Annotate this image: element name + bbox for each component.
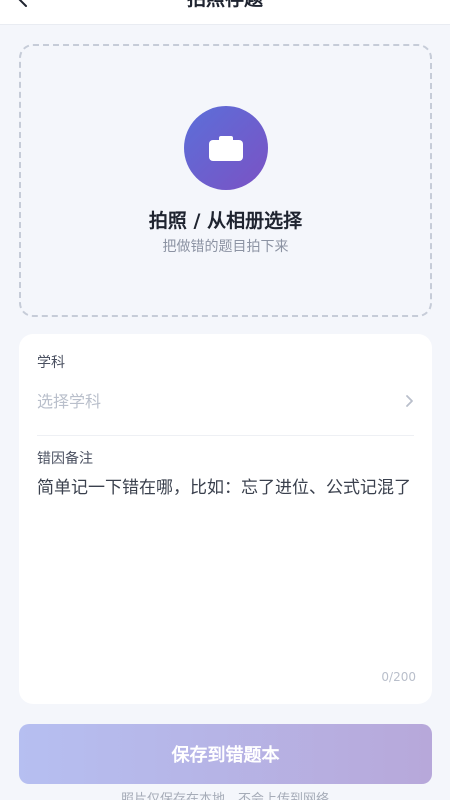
subject-label: 学科 — [37, 355, 65, 371]
subject-select[interactable]: 选择学科 — [37, 384, 417, 418]
save-button[interactable]: 保存到错题本 — [19, 724, 432, 784]
chevron-right-icon — [406, 395, 413, 407]
note-label: 错因备注 — [37, 451, 93, 467]
subject-placeholder: 选择学科 — [37, 392, 102, 411]
camera-icon — [209, 136, 243, 161]
note-textarea[interactable]: 简单记一下错在哪，比如：忘了进位、公式记混了 — [37, 474, 417, 674]
page-title: 拍照存题 — [0, 0, 450, 12]
mistake-form-card: 学科 选择学科 错因备注 简单记一下错在哪，比如：忘了进位、公式记混了 0/20… — [19, 334, 432, 704]
character-counter: 0/200 — [381, 670, 416, 684]
upload-title: 拍照 / 从相册选择 — [148, 210, 303, 232]
upload-subtitle: 把做错的题目拍下来 — [162, 239, 289, 255]
camera-button[interactable] — [184, 106, 268, 190]
privacy-hint: 照片仅保存在本地，不会上传到网络 — [120, 792, 329, 800]
top-navigation-bar: 拍照存题 — [0, 0, 450, 25]
photo-upload-area[interactable]: 拍照 / 从相册选择 把做错的题目拍下来 — [19, 44, 432, 317]
divider — [37, 435, 414, 436]
